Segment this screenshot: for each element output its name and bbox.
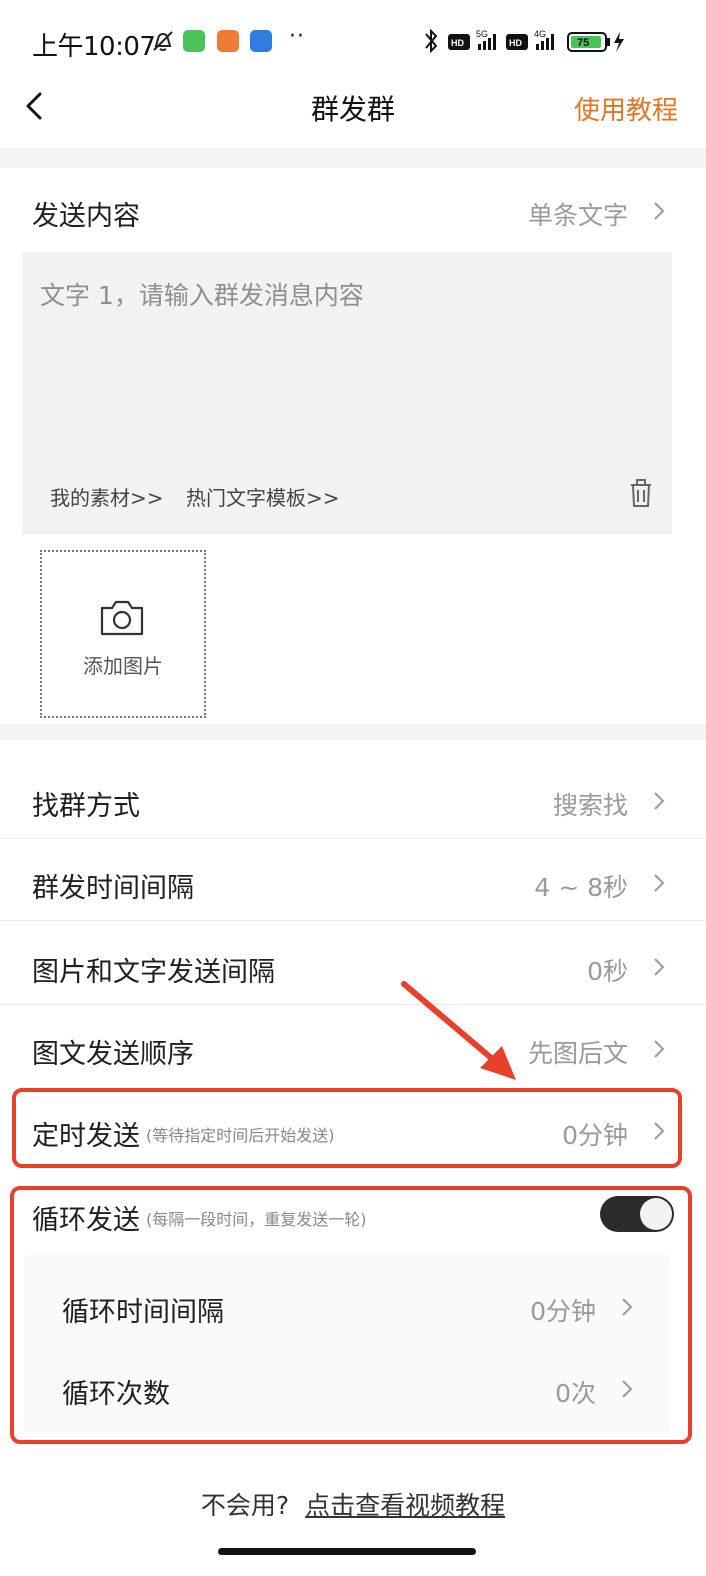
status-time: 上午10:07 [32, 32, 156, 62]
find-group-value[interactable]: 搜索找 [553, 786, 628, 822]
charging-icon [614, 32, 624, 52]
mute-icon [153, 31, 173, 51]
send-interval-value[interactable]: 4 ~ 8秒 [534, 868, 628, 904]
wechat-app-icon [183, 30, 205, 52]
bluetooth-icon [425, 28, 438, 54]
toggle-knob [640, 1198, 672, 1230]
hd-icon-2: HD [506, 34, 528, 50]
loop-send-label: 循环发送 [32, 1205, 140, 1236]
signal-5g-icon: 5G [476, 29, 496, 50]
send-order-value[interactable]: 先图后文 [528, 1034, 628, 1070]
svg-text:75: 75 [577, 37, 589, 49]
video-tutorial-link[interactable]: 点击查看视频教程 [305, 1491, 505, 1520]
chevron-right-icon[interactable] [652, 200, 666, 222]
message-placeholder[interactable]: 文字 1，请输入群发消息内容 [40, 276, 364, 312]
send-content-type[interactable]: 单条文字 [528, 196, 628, 232]
tutorial-button[interactable]: 使用教程 [574, 90, 678, 127]
timed-send-hint: (等待指定时间后开始发送) [146, 1126, 335, 1145]
svg-text:HD: HD [451, 38, 464, 48]
orange-app-icon [217, 30, 239, 52]
blue-app-icon [250, 30, 272, 52]
row-divider [0, 1004, 706, 1005]
trash-icon[interactable] [628, 478, 654, 508]
loop-interval-label: 循环时间间隔 [62, 1297, 224, 1328]
svg-text:4G: 4G [534, 29, 546, 39]
chevron-right-icon[interactable] [652, 872, 666, 894]
annotation-arrow-icon [401, 981, 516, 1080]
loop-count-label: 循环次数 [62, 1379, 170, 1410]
svg-text:5G: 5G [476, 29, 488, 39]
chevron-right-icon[interactable] [652, 956, 666, 978]
section-gap [0, 724, 706, 740]
row-divider [0, 838, 706, 839]
send-order-label: 图文发送顺序 [32, 1039, 194, 1070]
image-text-interval-label: 图片和文字发送间隔 [32, 957, 275, 988]
status-more-icon: ·· [289, 24, 305, 49]
loop-send-toggle[interactable] [600, 1196, 674, 1232]
chevron-right-icon[interactable] [652, 1120, 666, 1142]
send-interval-label: 群发时间间隔 [32, 873, 194, 904]
hd-icon: HD [448, 34, 470, 50]
signal-4g-icon: 4G [534, 29, 554, 50]
camera-icon [100, 600, 144, 636]
footer-question: 不会用? [200, 1491, 290, 1520]
send-content-label: 发送内容 [32, 201, 140, 232]
chevron-right-icon[interactable] [652, 1038, 666, 1060]
status-indicators: HD 5G HD 4G 75 [425, 28, 624, 54]
find-group-label: 找群方式 [32, 791, 140, 822]
timed-send-label: 定时发送 [32, 1121, 140, 1152]
hot-template-link[interactable]: 热门文字模板>> [186, 482, 340, 511]
chevron-right-icon[interactable] [652, 790, 666, 812]
row-divider [0, 920, 706, 921]
home-indicator[interactable] [218, 1548, 476, 1555]
timed-send-value[interactable]: 0分钟 [562, 1116, 628, 1152]
status-bar: 上午10:07 ·· HD 5G HD 4G 75 [0, 0, 706, 80]
svg-text:HD: HD [509, 38, 522, 48]
battery-icon: 75 [567, 32, 610, 52]
loop-count-value[interactable]: 0次 [555, 1374, 596, 1410]
section-gap [0, 148, 706, 168]
chevron-right-icon[interactable] [620, 1296, 634, 1318]
my-material-link[interactable]: 我的素材>> [50, 482, 164, 511]
chevron-right-icon[interactable] [620, 1378, 634, 1400]
loop-interval-value[interactable]: 0分钟 [530, 1292, 596, 1328]
add-image-label: 添加图片 [83, 654, 163, 678]
loop-send-hint: (每隔一段时间，重复发送一轮) [146, 1210, 367, 1229]
image-text-interval-value[interactable]: 0秒 [587, 952, 628, 988]
footer-help: 不会用? 点击查看视频教程 [0, 1486, 706, 1522]
